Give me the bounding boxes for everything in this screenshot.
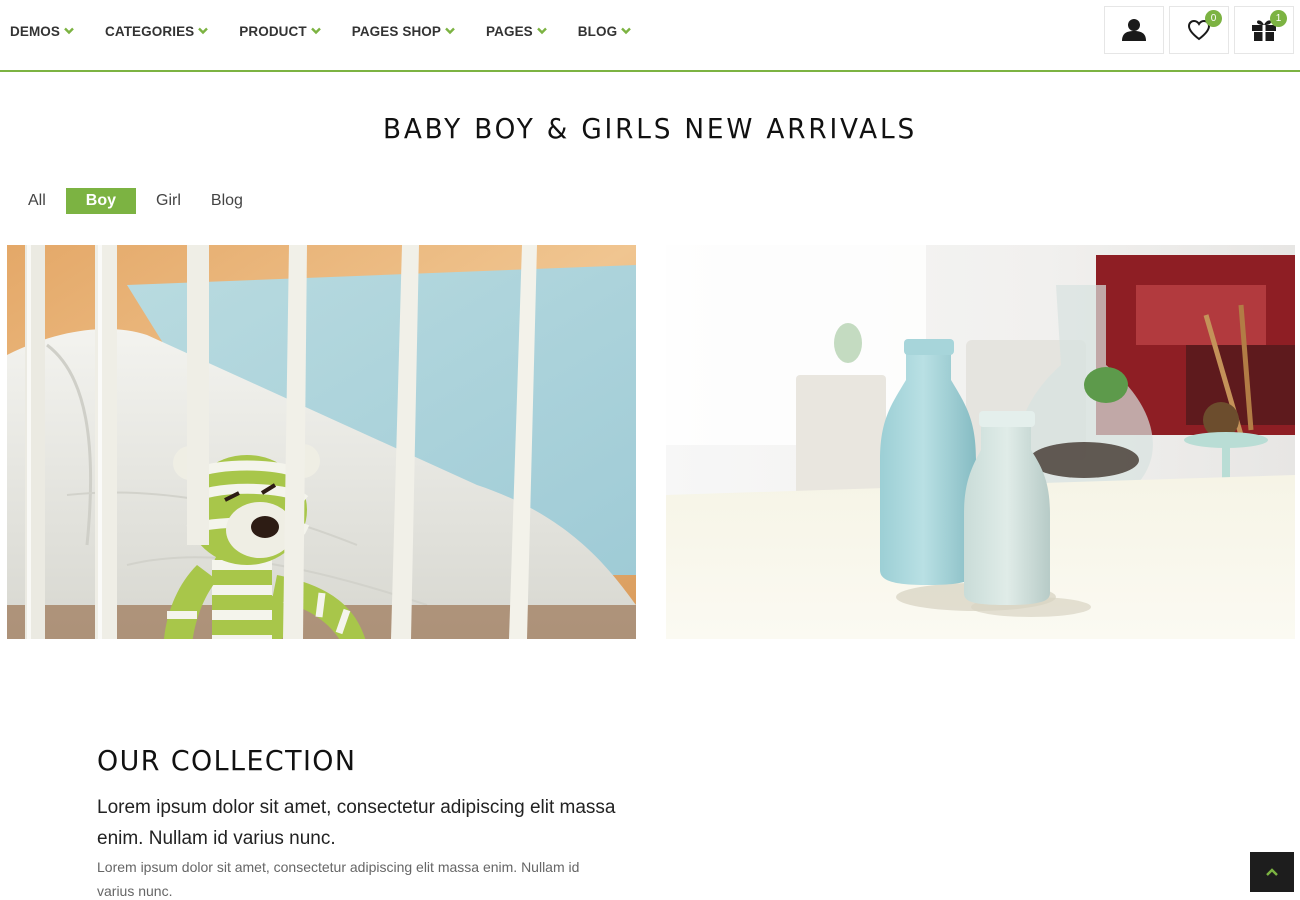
nav-item-label: BLOG	[577, 23, 618, 39]
chevron-up-icon	[1266, 868, 1278, 876]
bottles-photo	[666, 245, 1295, 639]
nav-item-blog[interactable]: BLOG	[577, 23, 632, 39]
wishlist-button[interactable]: 0	[1169, 6, 1229, 54]
collection-lead-text: Lorem ipsum dolor sit amet, consectetur …	[97, 797, 616, 849]
chevron-down-icon	[536, 27, 547, 35]
nav-item-label: PRODUCT	[239, 23, 307, 39]
tab-girl[interactable]: Girl	[146, 188, 191, 214]
collection-body-text: Lorem ipsum dolor sit amet, consectetur …	[97, 859, 580, 899]
nav-item-label: PAGES	[486, 23, 533, 39]
nav-item-product[interactable]: PRODUCT	[239, 23, 321, 39]
main-nav: DEMOS CATEGORIES PRODUCT PAGES SHOP PAGE…	[10, 0, 662, 62]
chevron-down-icon	[445, 27, 455, 35]
nav-item-categories[interactable]: CATEGORIES	[105, 23, 209, 39]
section-title: BABY BOY & GIRLS NEW ARRIVALS	[382, 112, 918, 145]
nav-item-pages-shop[interactable]: PAGES SHOP	[352, 24, 455, 39]
cart-count-badge: 1	[1270, 10, 1287, 27]
header-actions: 0 1	[1104, 6, 1294, 54]
chevron-down-icon	[621, 27, 632, 35]
account-button[interactable]	[1104, 6, 1164, 54]
tab-boy[interactable]: Boy	[65, 188, 137, 214]
cart-button[interactable]: 1	[1234, 6, 1294, 54]
filter-tabs: All Boy Girl Blog	[18, 188, 263, 214]
site-header: DEMOS CATEGORIES PRODUCT PAGES SHOP PAGE…	[0, 0, 1300, 72]
nav-item-label: PAGES SHOP	[351, 23, 442, 39]
back-to-top-button[interactable]	[1250, 852, 1294, 892]
product-image-bottles[interactable]	[666, 245, 1295, 639]
tab-all[interactable]: All	[18, 188, 56, 214]
nav-item-label: DEMOS	[10, 23, 61, 39]
chevron-down-icon	[310, 27, 321, 35]
product-image-teddy-crib[interactable]	[7, 245, 636, 639]
teddy-bear-photo	[7, 245, 636, 639]
user-icon	[1122, 19, 1146, 41]
collection-title: OUR COLLECTION	[97, 744, 357, 777]
nav-item-demos[interactable]: DEMOS	[10, 24, 74, 39]
nav-item-pages[interactable]: PAGES	[486, 24, 547, 39]
chevron-down-icon	[64, 27, 74, 35]
nav-item-label: CATEGORIES	[105, 23, 195, 39]
chevron-down-icon	[198, 27, 209, 35]
wishlist-count-badge: 0	[1205, 10, 1222, 27]
tab-blog[interactable]: Blog	[201, 188, 253, 214]
